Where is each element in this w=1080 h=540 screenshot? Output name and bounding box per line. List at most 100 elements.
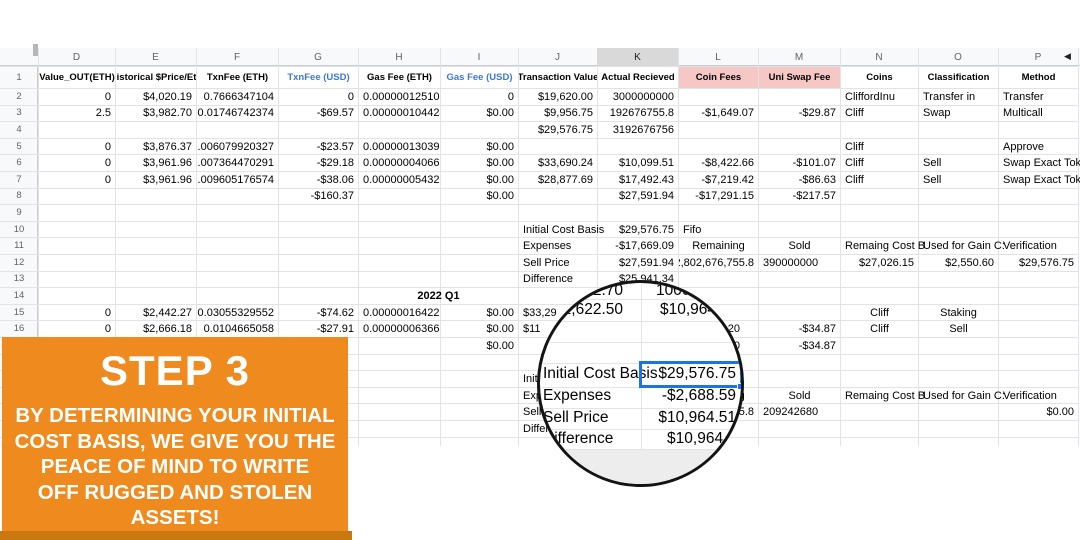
cell-D3[interactable]: 2.5 bbox=[39, 106, 115, 122]
cell-P11[interactable]: Verification bbox=[999, 238, 1078, 254]
cell-E7[interactable]: $3,961.96 bbox=[116, 172, 196, 188]
cell-G16[interactable]: -$27.91 bbox=[279, 321, 358, 337]
cell-K7[interactable]: $17,492.43 bbox=[598, 172, 678, 188]
column-header-G[interactable]: G bbox=[278, 48, 358, 66]
cell-O6[interactable]: Sell bbox=[919, 155, 998, 171]
cell-I5[interactable]: $0.00 bbox=[441, 139, 518, 155]
row-header-11[interactable]: 11 bbox=[0, 237, 38, 254]
cell-G15[interactable]: -$74.62 bbox=[279, 305, 358, 321]
cell-K6[interactable]: $10,099.51 bbox=[598, 155, 678, 171]
cell-O1[interactable]: Classification bbox=[919, 67, 998, 88]
cell-O2[interactable]: Transfer in bbox=[919, 89, 998, 105]
cell-H6[interactable]: 0.000000040663 bbox=[359, 155, 440, 171]
cell-M12[interactable]: 390000000 bbox=[759, 255, 840, 271]
cell-N11[interactable]: Remaing Cost B bbox=[841, 238, 918, 254]
cell-H16[interactable]: 0.000000063663 bbox=[359, 321, 440, 337]
cell-L7[interactable]: -$7,219.42 bbox=[679, 172, 758, 188]
cell-K8[interactable]: $27,591.94 bbox=[598, 189, 678, 205]
cell-M21[interactable]: 209242680 bbox=[759, 404, 840, 420]
cell-I6[interactable]: $0.00 bbox=[441, 155, 518, 171]
column-header-O[interactable]: O bbox=[918, 48, 998, 66]
cell-P20[interactable]: Verification bbox=[999, 388, 1078, 404]
cell-F15[interactable]: 0.03055329552 bbox=[197, 305, 278, 321]
cell-N12[interactable]: $27,026.15 bbox=[841, 255, 918, 271]
cell-P21[interactable]: $0.00 bbox=[999, 404, 1078, 420]
cell-G6[interactable]: -$29.18 bbox=[279, 155, 358, 171]
cell-M17[interactable]: -$34.87 bbox=[759, 338, 840, 354]
cell-D5[interactable]: 0 bbox=[39, 139, 115, 155]
cell-J2[interactable]: $19,620.00 bbox=[519, 89, 597, 105]
row-header-5[interactable]: 5 bbox=[0, 138, 38, 155]
cell-K3[interactable]: 192676755.8 bbox=[598, 106, 678, 122]
cell-M11[interactable]: Sold bbox=[759, 238, 840, 254]
cell-M3[interactable]: -$29.87 bbox=[759, 106, 840, 122]
cell-N1[interactable]: Coins bbox=[841, 67, 918, 88]
row-header-7[interactable]: 7 bbox=[0, 171, 38, 188]
cell-H3[interactable]: 0.000000104424 bbox=[359, 106, 440, 122]
row-header-14[interactable]: 14 bbox=[0, 287, 38, 304]
cell-H14[interactable]: 2022 Q1 bbox=[359, 288, 518, 304]
cell-P5[interactable]: Approve bbox=[999, 139, 1078, 155]
cell-L11[interactable]: Remaining bbox=[679, 238, 758, 254]
cell-N3[interactable]: Cliff bbox=[841, 106, 918, 122]
column-header-J[interactable]: J bbox=[518, 48, 597, 66]
cell-F3[interactable]: 0.01746742374 bbox=[197, 106, 278, 122]
column-header-L[interactable]: L bbox=[678, 48, 758, 66]
row-header-6[interactable]: 6 bbox=[0, 154, 38, 171]
row-header-3[interactable]: 3 bbox=[0, 105, 38, 122]
cell-J10[interactable]: Initial Cost Basis bbox=[519, 222, 597, 238]
cell-J6[interactable]: $33,690.24 bbox=[519, 155, 597, 171]
cell-J7[interactable]: $28,877.69 bbox=[519, 172, 597, 188]
cell-M1[interactable]: Uni Swap Fee bbox=[759, 67, 840, 88]
cell-D1[interactable]: Value_OUT(ETH) bbox=[39, 67, 115, 88]
cell-N6[interactable]: Cliff bbox=[841, 155, 918, 171]
cell-J11[interactable]: Expenses bbox=[519, 238, 597, 254]
cell-H2[interactable]: 0.000000125102 bbox=[359, 89, 440, 105]
cell-M20[interactable]: Sold bbox=[759, 388, 840, 404]
cell-O20[interactable]: Used for Gain C: bbox=[919, 388, 998, 404]
cell-L6[interactable]: -$8,422.66 bbox=[679, 155, 758, 171]
cell-G1[interactable]: TxnFee (USD) bbox=[279, 67, 358, 88]
cell-O16[interactable]: Sell bbox=[919, 321, 998, 337]
column-header-D[interactable]: D bbox=[38, 48, 115, 66]
column-header-N[interactable]: N bbox=[840, 48, 918, 66]
cell-M6[interactable]: -$101.07 bbox=[759, 155, 840, 171]
cell-I1[interactable]: Gas Fee (USD) bbox=[441, 67, 518, 88]
cell-P7[interactable]: Swap Exact Toke bbox=[999, 172, 1078, 188]
cell-M8[interactable]: -$217.57 bbox=[759, 189, 840, 205]
row-header-13[interactable]: 13 bbox=[0, 271, 38, 288]
cell-I16[interactable]: $0.00 bbox=[441, 321, 518, 337]
cell-F5[interactable]: 0.006079920327 bbox=[197, 139, 278, 155]
cell-J3[interactable]: $9,956.75 bbox=[519, 106, 597, 122]
cell-N5[interactable]: Cliff bbox=[841, 139, 918, 155]
cell-E16[interactable]: $2,666.18 bbox=[116, 321, 196, 337]
cell-L1[interactable]: Coin Fees bbox=[679, 67, 758, 88]
cell-P1[interactable]: Method bbox=[999, 67, 1078, 88]
cell-I7[interactable]: $0.00 bbox=[441, 172, 518, 188]
cell-G3[interactable]: -$69.57 bbox=[279, 106, 358, 122]
cell-J4[interactable]: $29,576.75 bbox=[519, 122, 597, 138]
cell-P12[interactable]: $29,576.75 bbox=[999, 255, 1078, 271]
cell-D16[interactable]: 0 bbox=[39, 321, 115, 337]
cell-H15[interactable]: 0.000000164221 bbox=[359, 305, 440, 321]
cell-I17[interactable]: $0.00 bbox=[441, 338, 518, 354]
cell-L12[interactable]: 2,802,676,755.8 bbox=[679, 255, 758, 271]
row-header-8[interactable]: 8 bbox=[0, 188, 38, 205]
row-header-1[interactable]: 1 bbox=[0, 66, 38, 88]
cell-I15[interactable]: $0.00 bbox=[441, 305, 518, 321]
cell-H5[interactable]: 0.000000130392 bbox=[359, 139, 440, 155]
cell-D15[interactable]: 0 bbox=[39, 305, 115, 321]
cell-H7[interactable]: 0.000000054320 bbox=[359, 172, 440, 188]
cell-M7[interactable]: -$86.63 bbox=[759, 172, 840, 188]
column-header-M[interactable]: M bbox=[758, 48, 840, 66]
row-header-12[interactable]: 12 bbox=[0, 254, 38, 271]
row-header-16[interactable]: 16 bbox=[0, 320, 38, 337]
cell-P2[interactable]: Transfer bbox=[999, 89, 1078, 105]
cell-K12[interactable]: $27,591.94 bbox=[598, 255, 678, 271]
cell-F1[interactable]: TxnFee (ETH) bbox=[197, 67, 278, 88]
hidden-columns-indicator-icon[interactable]: ◀ bbox=[1064, 51, 1071, 62]
row-header-9[interactable]: 9 bbox=[0, 204, 38, 221]
cell-G5[interactable]: -$23.57 bbox=[279, 139, 358, 155]
cell-E1[interactable]: Historical $Price/Eth bbox=[116, 67, 196, 88]
cell-F2[interactable]: 0.7666347104 bbox=[197, 89, 278, 105]
